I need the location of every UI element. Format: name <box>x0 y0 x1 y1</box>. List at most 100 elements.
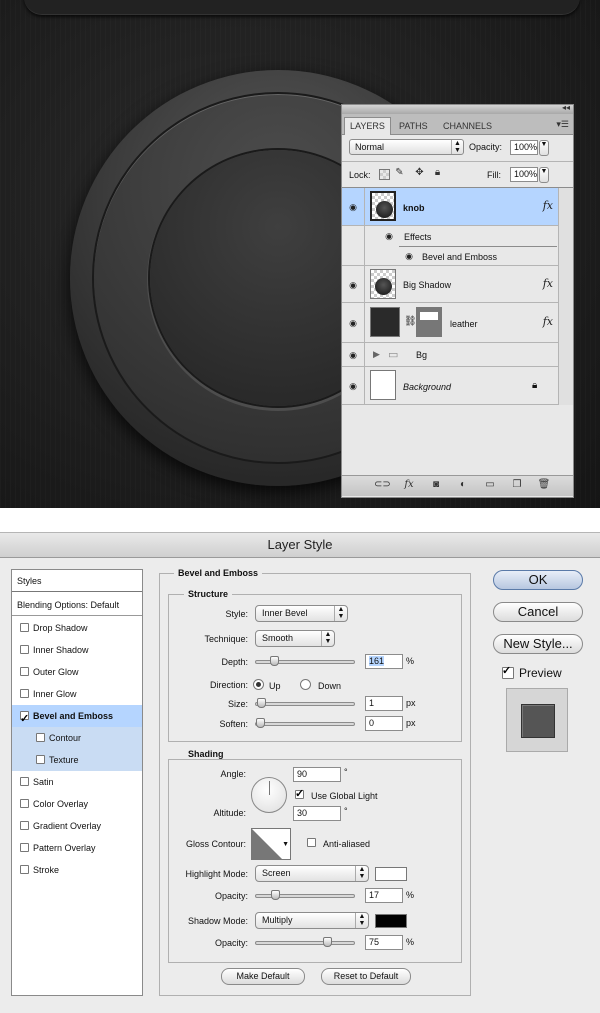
style-blending-options[interactable]: Blending Options: Default <box>12 594 142 616</box>
layer-row-big-shadow[interactable]: ◉ Big Shadow fx ▼ <box>342 266 573 303</box>
layer-name[interactable]: knob <box>403 203 425 213</box>
lock-all-icon[interactable]: 🔒︎ <box>432 167 443 178</box>
direction-down-radio[interactable] <box>300 679 311 690</box>
lock-brush-icon[interactable]: ✎ <box>394 167 405 178</box>
collapse-icon[interactable]: ◂◂ <box>562 103 570 112</box>
new-layer-icon[interactable]: ❐ <box>510 479 524 490</box>
shadow-mode-select[interactable]: Multiply ▲ ▼ <box>255 912 369 929</box>
tab-channels[interactable]: CHANNELS <box>438 118 497 134</box>
shadow-opacity-input[interactable]: 75 <box>365 935 403 950</box>
adjustment-layer-icon[interactable]: ◐ <box>456 479 470 490</box>
highlight-opacity-slider[interactable] <box>255 890 355 900</box>
opacity-dropdown[interactable]: ▼ <box>539 140 549 156</box>
new-style-button[interactable]: New Style... <box>493 634 583 654</box>
tab-paths[interactable]: PATHS <box>394 118 433 134</box>
reset-to-default-button[interactable]: Reset to Default <box>321 968 411 985</box>
panel-menu-icon[interactable]: ▾☰ <box>556 119 569 130</box>
checkbox[interactable] <box>20 821 29 830</box>
add-style-icon[interactable]: fx <box>402 479 416 490</box>
layer-name[interactable]: Background <box>403 382 451 392</box>
ok-button[interactable]: OK <box>493 570 583 590</box>
eye-icon[interactable]: ◉ <box>382 231 396 242</box>
checkbox[interactable] <box>20 777 29 786</box>
link-icon[interactable]: ⛓ <box>404 316 417 327</box>
checkbox[interactable] <box>36 733 45 742</box>
style-gradient-overlay[interactable]: Gradient Overlay <box>12 815 142 837</box>
anti-aliased-checkbox[interactable] <box>307 838 316 847</box>
layer-name[interactable]: Bg <box>416 350 427 360</box>
eye-icon[interactable]: ◉ <box>346 350 360 361</box>
trash-icon[interactable]: 🗑︎ <box>537 479 551 490</box>
depth-input[interactable]: 161 <box>365 654 403 669</box>
layer-name[interactable]: leather <box>450 319 478 329</box>
fx-icon[interactable]: fx <box>543 277 553 290</box>
highlight-color-swatch[interactable] <box>375 867 407 881</box>
layer-row-bg-group[interactable]: ◉ ▶ ▭ Bg <box>342 343 573 367</box>
size-input[interactable]: 1 <box>365 696 403 711</box>
style-drop-shadow[interactable]: Drop Shadow <box>12 617 142 639</box>
highlight-mode-select[interactable]: Screen ▲ ▼ <box>255 865 369 882</box>
shadow-opacity-thumb[interactable] <box>323 937 332 947</box>
link-layers-icon[interactable]: ⊂⊃ <box>374 479 391 490</box>
eye-icon[interactable]: ◉ <box>346 280 360 291</box>
checkbox[interactable] <box>20 865 29 874</box>
layer-row-leather[interactable]: ◉ ⛓ leather fx ▼ <box>342 303 573 343</box>
cancel-button[interactable]: Cancel <box>493 602 583 622</box>
eye-icon[interactable]: ◉ <box>346 381 360 392</box>
blend-mode-select[interactable]: Normal ▲ ▼ <box>349 139 464 155</box>
dialog-title[interactable]: Layer Style <box>0 533 600 558</box>
checkbox[interactable] <box>20 645 29 654</box>
disclosure-triangle-icon[interactable]: ▶ <box>373 349 380 360</box>
checkbox[interactable] <box>20 623 29 632</box>
opacity-input[interactable]: 100% <box>510 140 538 155</box>
add-mask-icon[interactable]: ◙ <box>429 479 443 490</box>
tab-layers[interactable]: LAYERS <box>344 117 391 135</box>
lock-move-icon[interactable]: ✥ <box>414 167 425 178</box>
eye-icon[interactable]: ◉ <box>346 202 360 213</box>
angle-dial[interactable] <box>251 777 287 813</box>
soften-input[interactable]: 0 <box>365 716 403 731</box>
style-texture[interactable]: Texture <box>12 749 142 771</box>
checkbox[interactable] <box>20 799 29 808</box>
direction-up-radio[interactable] <box>253 679 264 690</box>
style-satin[interactable]: Satin <box>12 771 142 793</box>
size-slider[interactable] <box>255 698 355 708</box>
soften-slider[interactable] <box>255 718 355 728</box>
layer-row-knob[interactable]: ◉ knob fx ▲ <box>342 188 573 226</box>
eye-icon[interactable]: ◉ <box>402 251 416 262</box>
angle-input[interactable]: 90 <box>293 767 341 782</box>
styles-header[interactable]: Styles <box>12 570 142 592</box>
fill-input[interactable]: 100% <box>510 167 538 182</box>
gloss-contour-picker[interactable]: ▼ <box>251 828 291 860</box>
checkbox[interactable] <box>36 755 45 764</box>
bevel-effect-row[interactable]: ◉ Bevel and Emboss <box>342 247 573 266</box>
layer-name[interactable]: Big Shadow <box>403 280 451 290</box>
style-outer-glow[interactable]: Outer Glow <box>12 661 142 683</box>
make-default-button[interactable]: Make Default <box>221 968 305 985</box>
depth-slider[interactable] <box>255 656 355 666</box>
new-group-icon[interactable]: ▭ <box>483 479 497 490</box>
checkbox[interactable] <box>20 708 29 730</box>
highlight-opacity-input[interactable]: 17 <box>365 888 403 903</box>
panel-titlebar[interactable]: ◂◂ <box>342 103 573 114</box>
lock-transparent-icon[interactable] <box>379 169 390 180</box>
style-inner-shadow[interactable]: Inner Shadow <box>12 639 142 661</box>
layers-scrollbar[interactable] <box>558 188 573 405</box>
shadow-opacity-slider[interactable] <box>255 937 355 947</box>
checkbox[interactable] <box>20 689 29 698</box>
style-color-overlay[interactable]: Color Overlay <box>12 793 142 815</box>
style-stroke[interactable]: Stroke <box>12 859 142 881</box>
style-contour[interactable]: Contour <box>12 727 142 749</box>
preview-checkbox[interactable] <box>502 664 514 679</box>
technique-select[interactable]: Smooth ▲ ▼ <box>255 630 335 647</box>
depth-slider-thumb[interactable] <box>270 656 279 666</box>
fx-icon[interactable]: fx <box>543 315 553 328</box>
checkbox[interactable] <box>20 667 29 676</box>
checkbox[interactable] <box>20 843 29 852</box>
highlight-opacity-thumb[interactable] <box>271 890 280 900</box>
style-pattern-overlay[interactable]: Pattern Overlay <box>12 837 142 859</box>
document-canvas[interactable]: ◂◂ LAYERS PATHS CHANNELS ▾☰ Normal ▲ ▼ Op… <box>0 0 600 508</box>
layer-row-background[interactable]: ◉ Background 🔒︎ <box>342 367 573 405</box>
altitude-input[interactable]: 30 <box>293 806 341 821</box>
soften-slider-thumb[interactable] <box>256 718 265 728</box>
